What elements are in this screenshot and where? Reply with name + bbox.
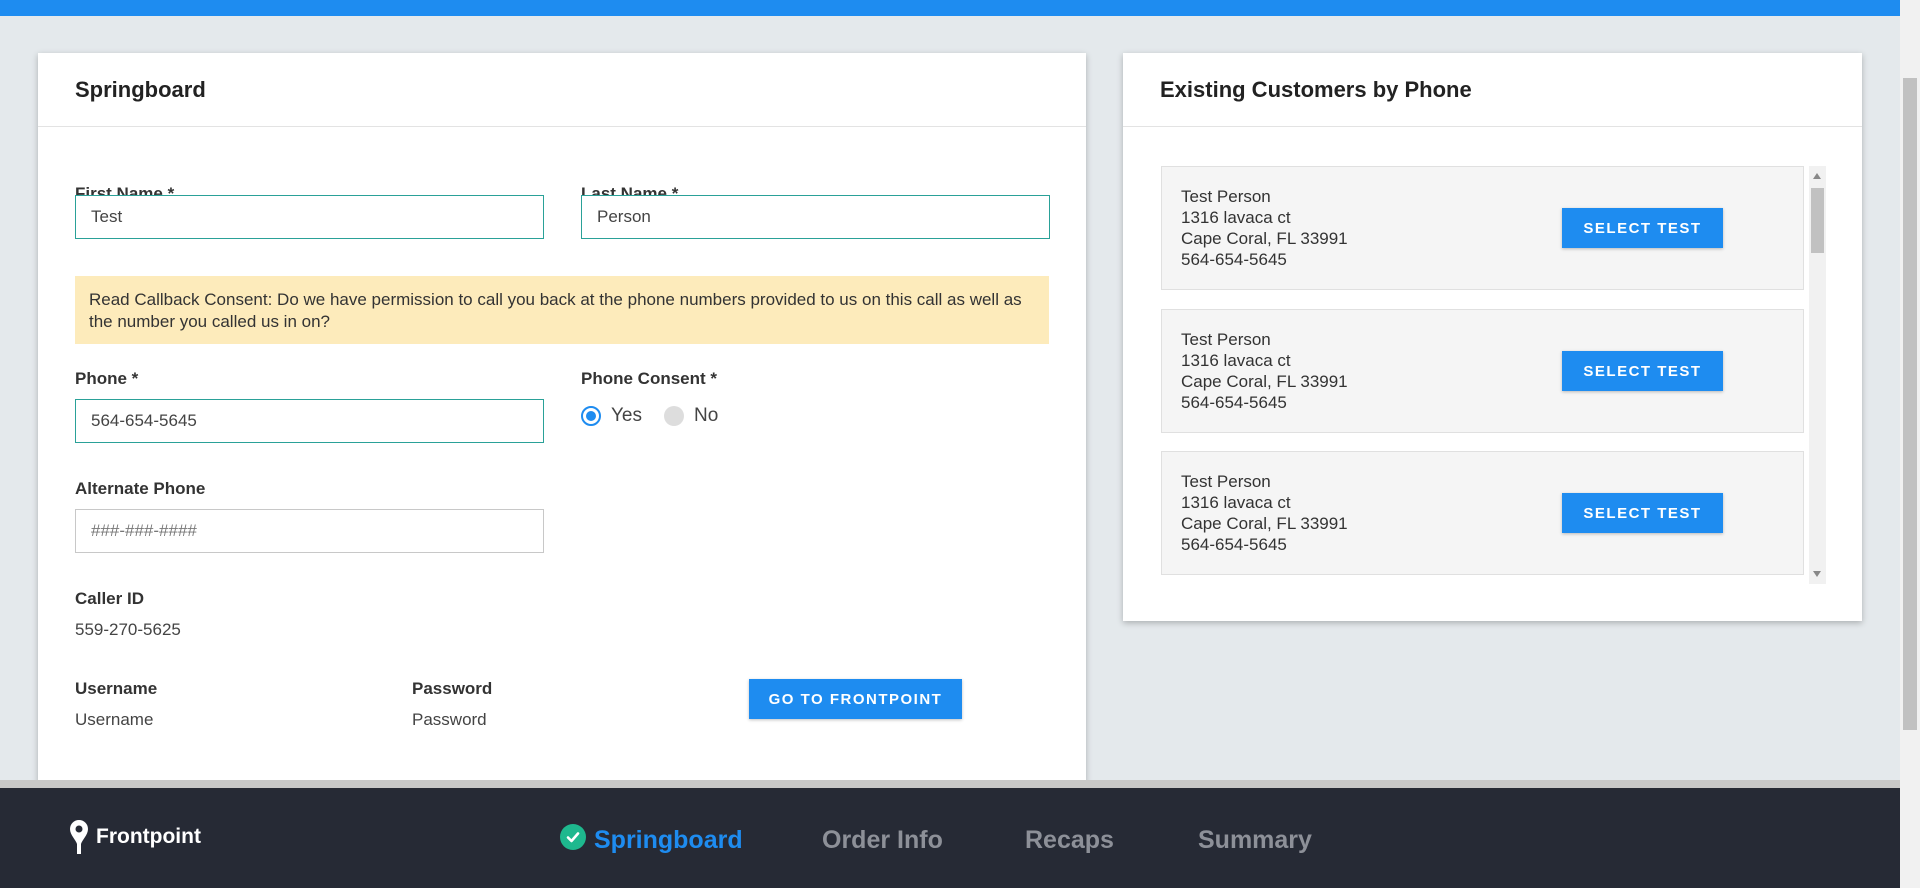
customer-info: Test Person 1316 lavaca ct Cape Coral, F… [1181, 186, 1348, 270]
radio-no[interactable] [664, 406, 684, 426]
nav-step-label: Order Info [822, 826, 943, 854]
location-pin-icon [70, 820, 88, 854]
nav-step-springboard[interactable]: Springboard [560, 823, 743, 855]
customer-item: Test Person 1316 lavaca ct Cape Coral, F… [1161, 451, 1804, 575]
alternate-phone-label: Alternate Phone [75, 479, 206, 498]
springboard-title: Springboard [38, 53, 1086, 127]
nav-step-label: Recaps [1025, 826, 1114, 854]
top-header-bar [0, 0, 1900, 16]
username-value: Username [75, 710, 154, 729]
username-label: Username [75, 679, 158, 698]
customer-city: Cape Coral, FL 33991 [1181, 514, 1348, 533]
customer-phone: 564-654-5645 [1181, 535, 1287, 554]
page-scrollbar-thumb[interactable] [1903, 78, 1917, 730]
existing-customers-title: Existing Customers by Phone [1123, 53, 1862, 127]
customer-city: Cape Coral, FL 33991 [1181, 229, 1348, 248]
customer-list-scrollbar[interactable] [1809, 166, 1826, 584]
customer-name: Test Person [1181, 187, 1271, 206]
customer-item: Test Person 1316 lavaca ct Cape Coral, F… [1161, 309, 1804, 433]
phone-consent-no-option[interactable]: No [664, 405, 718, 427]
radio-no-label: No [694, 405, 719, 426]
customer-item: Test Person 1316 lavaca ct Cape Coral, F… [1161, 166, 1804, 290]
customer-city: Cape Coral, FL 33991 [1181, 372, 1348, 391]
radio-yes[interactable] [581, 406, 601, 426]
caller-id-label: Caller ID [75, 589, 144, 608]
nav-step-summary[interactable]: Summary [1198, 826, 1312, 855]
callback-consent-notice: Read Callback Consent: Do we have permis… [75, 276, 1049, 344]
nav-step-label: Summary [1198, 826, 1312, 854]
frontpoint-logo: Frontpoint [68, 818, 201, 856]
customer-info: Test Person 1316 lavaca ct Cape Coral, F… [1181, 329, 1348, 413]
check-circle-icon [560, 823, 586, 850]
customer-list-scroll-thumb[interactable] [1811, 188, 1824, 253]
customer-name: Test Person [1181, 330, 1271, 349]
footer-divider [0, 780, 1900, 788]
customer-name: Test Person [1181, 472, 1271, 491]
caller-id-value: 559-270-5625 [75, 620, 181, 639]
select-customer-button[interactable]: SELECT TEST [1562, 351, 1723, 391]
nav-step-label: Springboard [594, 826, 743, 854]
customer-info: Test Person 1316 lavaca ct Cape Coral, F… [1181, 471, 1348, 555]
customer-phone: 564-654-5645 [1181, 393, 1287, 412]
scroll-down-arrow-icon[interactable] [1813, 571, 1821, 577]
phone-label: Phone * [75, 369, 139, 388]
nav-step-order-info[interactable]: Order Info [822, 826, 943, 855]
customer-phone: 564-654-5645 [1181, 250, 1287, 269]
nav-step-recaps[interactable]: Recaps [1025, 826, 1114, 855]
footer-nav-bar: Frontpoint Springboard Order Info Recaps… [0, 788, 1900, 888]
customer-list[interactable]: Test Person 1316 lavaca ct Cape Coral, F… [1161, 166, 1826, 584]
go-to-frontpoint-button[interactable]: GO TO FRONTPOINT [749, 679, 962, 719]
existing-customers-card: Existing Customers by Phone Test Person … [1123, 53, 1862, 621]
password-value: Password [412, 710, 487, 729]
password-label: Password [412, 679, 493, 698]
last-name-input[interactable] [581, 195, 1050, 239]
first-name-input[interactable] [75, 195, 544, 239]
page-scrollbar[interactable] [1900, 0, 1920, 888]
radio-yes-label: Yes [611, 405, 642, 426]
phone-consent-label: Phone Consent * [581, 369, 718, 388]
customer-street: 1316 lavaca ct [1181, 208, 1291, 227]
springboard-card: Springboard First Name * Last Name * Rea… [38, 53, 1086, 783]
phone-consent-radio-group: Yes No [581, 405, 740, 427]
scroll-up-arrow-icon[interactable] [1813, 173, 1821, 179]
logo-text: Frontpoint [96, 825, 201, 848]
customer-street: 1316 lavaca ct [1181, 351, 1291, 370]
alternate-phone-input[interactable] [75, 509, 544, 553]
customer-street: 1316 lavaca ct [1181, 493, 1291, 512]
phone-input[interactable] [75, 399, 544, 443]
select-customer-button[interactable]: SELECT TEST [1562, 208, 1723, 248]
phone-consent-yes-option[interactable]: Yes [581, 405, 642, 427]
select-customer-button[interactable]: SELECT TEST [1562, 493, 1723, 533]
